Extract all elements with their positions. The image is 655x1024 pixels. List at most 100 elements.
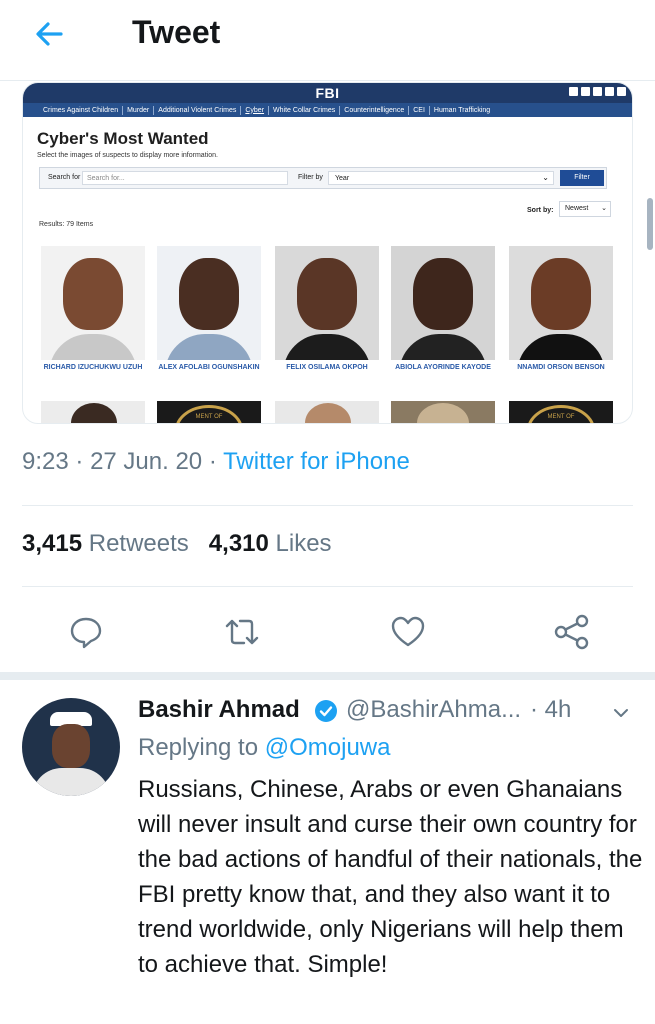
suspect-head: [305, 403, 351, 423]
section-divider: [0, 672, 655, 680]
nav-item: Murder: [123, 105, 155, 115]
results-count: Results: 79 Items: [39, 221, 94, 228]
search-input: Search for...: [82, 171, 288, 185]
divider: [0, 80, 655, 81]
social-icons: [569, 87, 626, 96]
suspect-face: [413, 258, 473, 330]
fbi-logo: FBI: [315, 85, 340, 101]
suspect-name: ALEX AFOLABI OGUNSHAKIN: [158, 364, 260, 371]
face: [52, 724, 90, 768]
facebook-icon: [569, 87, 578, 96]
reply-icon: [70, 617, 102, 649]
suspect-photo: [157, 246, 261, 360]
suspect-face: [297, 258, 357, 330]
twitter-icon: [593, 87, 602, 96]
likes-count: 4,310: [208, 530, 269, 557]
share-icon: [554, 614, 589, 650]
nav-item: CEI: [409, 105, 430, 115]
fbi-seal-placeholder: MENT OF: [157, 401, 261, 423]
suspect-shoulders: [49, 334, 137, 360]
scrollbar[interactable]: [647, 198, 653, 250]
separator: ·: [75, 448, 91, 475]
seal-icon: MENT OF: [527, 405, 595, 423]
suspect-photo: [509, 246, 613, 360]
nav-item: Additional Violent Crimes: [154, 105, 242, 115]
robe: [32, 768, 110, 796]
page-title: Tweet: [132, 14, 221, 50]
chevron-down-icon: ⌄: [601, 205, 607, 212]
reply-text: Russians, Chinese, Arabs or even Ghanaia…: [138, 776, 643, 978]
filter-value: Year: [335, 175, 350, 182]
replying-to: Replying to @Omojuwa: [138, 734, 390, 762]
reply-tweet[interactable]: Bashir Ahmad @BashirAhma... · 4h Replyin…: [0, 680, 655, 1024]
reply-age[interactable]: · 4h: [530, 696, 571, 724]
arrow-left-icon: [36, 22, 63, 46]
suspect-photo-partial: [275, 401, 379, 423]
user-handle[interactable]: @BashirAhma...: [346, 696, 521, 724]
separator: ·: [208, 448, 224, 475]
tweet-timestamp: 9:23 · 27 Jun. 20 · Twitter for iPhone: [22, 448, 410, 476]
suspect-shoulders: [165, 334, 253, 360]
like-icon: [391, 616, 425, 647]
retweets-label: Retweets: [88, 530, 189, 557]
suspect-photo: [391, 246, 495, 360]
suspect-head: [417, 403, 469, 423]
tweet-source-link[interactable]: Twitter for iPhone: [223, 448, 410, 475]
sort-label: Sort by:: [527, 207, 554, 214]
flickr-icon: [617, 87, 626, 96]
user-name[interactable]: Bashir Ahmad: [138, 696, 300, 724]
mention-link[interactable]: @Omojuwa: [265, 734, 391, 761]
filter-label: Filter by: [298, 174, 323, 181]
suspect-face: [531, 258, 591, 330]
suspect-photo: [275, 246, 379, 360]
suspect-name: ABIOLA AYORINDE KAYODE: [395, 364, 491, 371]
suspect-head: [71, 403, 117, 423]
reply-button[interactable]: [66, 612, 106, 652]
nav-item: White Collar Crimes: [269, 105, 341, 115]
retweet-button[interactable]: [222, 612, 262, 652]
suspect-photo: [41, 246, 145, 360]
tweet-stats: 3,415 Retweets 4,310 Likes: [22, 530, 332, 558]
suspect-name: NNAMDI ORSON BENSON: [517, 364, 605, 371]
suspect-photo-partial: [41, 401, 145, 423]
back-button[interactable]: [30, 14, 70, 54]
fbi-nav: Crimes Against Children Murder Additiona…: [23, 103, 632, 117]
suspect-shoulders: [399, 334, 487, 360]
seal-icon: MENT OF: [175, 405, 243, 423]
divider: [22, 586, 633, 587]
mail-icon: [581, 87, 590, 96]
chevron-down-icon: ⌄: [542, 173, 549, 182]
likes-stat[interactable]: 4,310 Likes: [209, 530, 332, 557]
like-button[interactable]: [388, 612, 428, 652]
fbi-seal-placeholder: MENT OF: [509, 401, 613, 423]
nav-item-active: Cyber: [241, 105, 270, 115]
search-panel: Search for Search for... Filter by Year …: [39, 167, 607, 189]
suspect-name: FELIX OSILAMA OKPOH: [286, 364, 368, 371]
tweet-date: 27 Jun. 20: [90, 448, 203, 475]
divider: [22, 505, 633, 506]
retweets-count: 3,415: [22, 530, 83, 557]
retweets-stat[interactable]: 3,415 Retweets: [22, 530, 189, 557]
verified-badge-icon: [315, 700, 337, 722]
top-bar: Tweet: [0, 0, 655, 80]
search-label: Search for: [48, 174, 81, 181]
fbi-header: FBI: [23, 83, 632, 103]
suspect-shoulders: [283, 334, 371, 360]
sort-value: Newest: [565, 205, 589, 212]
share-button[interactable]: [552, 612, 592, 652]
likes-label: Likes: [275, 530, 332, 557]
chevron-down-icon[interactable]: [610, 702, 632, 724]
tweet-actions: [0, 606, 655, 656]
retweet-icon: [225, 619, 259, 645]
sort-select: Newest ⌄: [559, 201, 611, 217]
filter-button: Filter: [560, 170, 604, 186]
suspect-face: [63, 258, 123, 330]
avatar[interactable]: [22, 698, 120, 796]
most-wanted-heading: Cyber's Most Wanted: [37, 129, 209, 148]
tweet-media-image[interactable]: FBI Crimes Against Children Murder Addit…: [22, 82, 633, 424]
suspect-face: [179, 258, 239, 330]
suspect-shoulders: [517, 334, 605, 360]
replying-prefix: Replying to: [138, 734, 259, 761]
suspect-name: RICHARD IZUCHUKWU UZUH: [43, 364, 143, 371]
filter-select: Year ⌄: [328, 171, 554, 185]
